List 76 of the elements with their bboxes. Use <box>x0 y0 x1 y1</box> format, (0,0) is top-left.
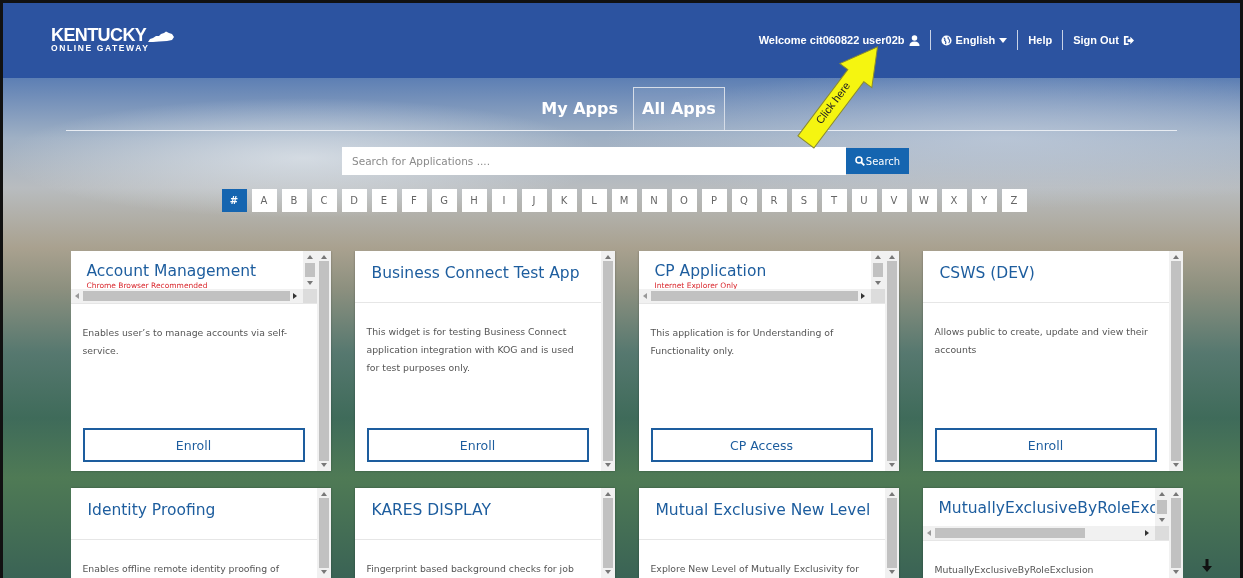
letter-filter[interactable]: # <box>221 189 247 212</box>
letter-filter[interactable]: U <box>851 189 877 212</box>
caret-icon <box>999 37 1008 43</box>
letter-filter[interactable]: P <box>701 189 727 212</box>
letter-filter[interactable]: I <box>491 189 517 212</box>
vertical-scrollbar[interactable] <box>302 251 317 289</box>
logo-subtitle: ONLINE GATEWAY <box>51 43 151 53</box>
app-title: Identity Proofing <box>87 501 217 520</box>
letter-filter[interactable]: S <box>791 189 817 212</box>
letter-filter[interactable]: D <box>341 189 367 212</box>
search-button[interactable]: Search <box>846 148 909 174</box>
app-title: CSWS (DEV) <box>939 264 1036 283</box>
app-title: Account Management <box>86 262 258 281</box>
app-title: MutuallyExclusiveByRoleExc <box>938 499 1155 518</box>
horizontal-scrollbar[interactable] <box>70 289 317 303</box>
app-description: Fingerprint based background checks for job <box>365 562 575 577</box>
vertical-scrollbar[interactable] <box>600 488 615 578</box>
letter-filter[interactable]: X <box>941 189 967 212</box>
welcome-link[interactable]: Welcome cit060822 user02b <box>748 34 930 46</box>
letter-filter[interactable]: L <box>581 189 607 212</box>
horizontal-scrollbar[interactable] <box>922 526 1169 540</box>
letter-filter[interactable]: R <box>761 189 787 212</box>
vertical-scrollbar[interactable] <box>1168 251 1183 471</box>
letter-filter[interactable]: F <box>401 189 427 212</box>
letter-filter[interactable]: C <box>311 189 337 212</box>
state-map-icon <box>147 31 176 43</box>
letter-filter[interactable]: V <box>881 189 907 212</box>
search-field[interactable]: Search for Applications .... <box>342 147 846 175</box>
letter-filter[interactable]: T <box>821 189 847 212</box>
vertical-scrollbar[interactable] <box>316 488 331 578</box>
down-arrow-icon <box>1202 559 1212 572</box>
vertical-scrollbar[interactable] <box>600 251 615 471</box>
letter-filter[interactable]: B <box>281 189 307 212</box>
vertical-scrollbar[interactable] <box>1154 488 1169 526</box>
vertical-scrollbar[interactable] <box>870 251 885 289</box>
enroll-button[interactable]: Enroll <box>366 428 589 462</box>
letter-filter[interactable]: W <box>911 189 937 212</box>
language-menu[interactable]: English <box>930 34 1018 46</box>
letter-filter[interactable]: O <box>671 189 697 212</box>
logo-text: KENTUCKY <box>51 27 147 43</box>
user-icon <box>908 34 920 46</box>
app-description: Explore New Level of Mutually Exclusivity for <box>649 562 860 577</box>
app-title: CP Application <box>654 262 768 281</box>
globe-icon <box>940 34 952 46</box>
app-description: This widget is for testing Business Connect application integration with KOG and is used for test purposes only. <box>365 325 575 376</box>
sign-out-link[interactable]: Sign Out <box>1063 34 1144 46</box>
search-icon <box>854 156 865 166</box>
enroll-button[interactable]: Enroll <box>934 428 1157 462</box>
app-description: Allows public to create, update and view their accounts <box>933 325 1149 358</box>
app-title: KARES DISPLAY <box>371 501 492 520</box>
app-title: Mutual Exclusive New Level <box>655 501 872 520</box>
app-description: Enables user’s to manage accounts via self-service. <box>81 326 289 359</box>
letter-filter[interactable]: A <box>251 189 277 212</box>
vertical-scrollbar[interactable] <box>884 251 899 471</box>
letter-filter[interactable]: Y <box>971 189 997 212</box>
letter-filter[interactable]: Q <box>731 189 757 212</box>
enroll-button[interactable]: Enroll <box>82 428 305 462</box>
letter-filter[interactable]: K <box>551 189 577 212</box>
sign-out-icon <box>1123 34 1134 46</box>
vertical-scrollbar[interactable] <box>1168 488 1183 578</box>
letter-filter[interactable]: Z <box>1001 189 1027 212</box>
app-description: Enables offline remote identity proofing of <box>81 562 281 577</box>
app-title: Business Connect Test App <box>371 264 581 283</box>
letter-filter[interactable]: H <box>461 189 487 212</box>
letter-filter[interactable]: N <box>641 189 667 212</box>
app-description: MutuallyExclusiveByRoleExclusion <box>933 563 1095 578</box>
app-description: This application is for Understanding of Functionality only. <box>649 326 835 359</box>
letter-filter[interactable]: E <box>371 189 397 212</box>
vertical-scrollbar[interactable] <box>884 488 899 578</box>
enroll-button[interactable]: CP Access <box>650 428 873 462</box>
vertical-scrollbar[interactable] <box>316 251 331 471</box>
letter-filter[interactable]: M <box>611 189 637 212</box>
letter-filter[interactable]: J <box>521 189 547 212</box>
letter-filter[interactable]: G <box>431 189 457 212</box>
horizontal-scrollbar[interactable] <box>638 289 885 303</box>
help-link[interactable]: Help <box>1018 34 1063 46</box>
